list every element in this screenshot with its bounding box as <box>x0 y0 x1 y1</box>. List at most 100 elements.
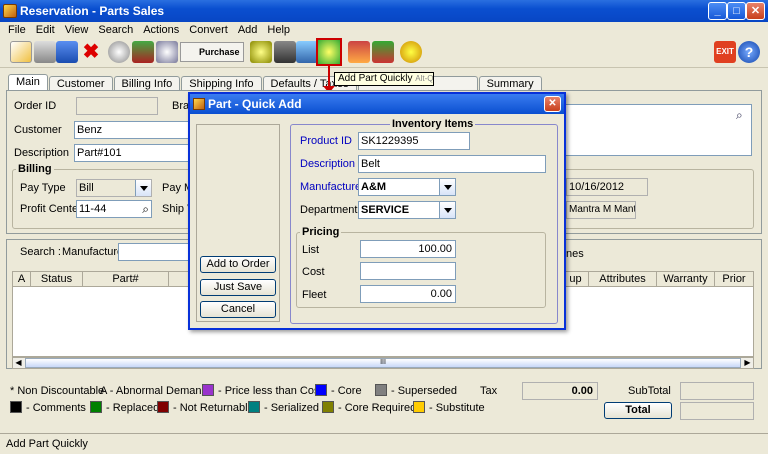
product-id-field[interactable]: SK1229395 <box>358 132 470 150</box>
parts-icon[interactable] <box>132 41 154 63</box>
column-header[interactable]: Status <box>31 272 83 286</box>
description-field[interactable]: Part#101 <box>74 144 190 162</box>
legend-not-returnable: - Not Returnable <box>173 402 254 414</box>
report-icon[interactable] <box>296 41 318 63</box>
invoice-icon[interactable] <box>348 41 370 63</box>
horizontal-scrollbar[interactable]: ◀ III ▶ <box>12 357 754 369</box>
tab-summary[interactable]: Summary <box>478 76 542 91</box>
gear-icon[interactable] <box>156 41 178 63</box>
billing-title: Billing <box>16 163 54 175</box>
close-window-button[interactable]: ✕ <box>746 2 765 20</box>
profit-center-field[interactable]: 11-44 ⌕ <box>76 200 152 218</box>
manufacturer-label: Manufacturer <box>300 181 365 193</box>
tab-shipping-info[interactable]: Shipping Info <box>181 76 262 91</box>
profit-center-label: Profit Center <box>20 203 82 215</box>
delete-icon[interactable]: ✖ <box>80 41 102 63</box>
window-title-bar: Reservation - Parts Sales <box>0 0 768 22</box>
product-id-label: Product ID <box>300 135 352 147</box>
pay-type-select[interactable]: Bill <box>76 179 152 197</box>
department-label: Department <box>300 204 358 216</box>
scroll-left-icon[interactable]: ◀ <box>13 358 24 368</box>
fleet-price-field[interactable]: 0.00 <box>360 285 456 303</box>
menu-convert[interactable]: Convert <box>184 24 233 36</box>
legend-substitute: - Substitute <box>429 402 485 414</box>
search-icon[interactable]: ⌕ <box>736 108 743 123</box>
chevron-down-icon[interactable] <box>439 179 455 195</box>
total-button[interactable]: Total <box>604 402 672 419</box>
tab-billing-info[interactable]: Billing Info <box>113 76 181 91</box>
add-part-quickly-icon[interactable] <box>316 38 342 66</box>
column-header[interactable]: Part# <box>83 272 169 286</box>
tab-customer[interactable]: Customer <box>48 76 113 91</box>
total-value <box>680 402 754 420</box>
order-id-field[interactable] <box>76 97 158 115</box>
column-header[interactable]: Attributes <box>589 272 657 286</box>
just-save-button[interactable]: Just Save <box>200 279 276 296</box>
menu-view[interactable]: View <box>60 24 94 36</box>
legend-swatch <box>90 401 102 413</box>
department-select[interactable]: SERVICE <box>358 201 456 219</box>
purchase-button[interactable]: Purchase <box>180 42 244 62</box>
search-label: Search : <box>20 246 61 258</box>
column-header[interactable]: Warranty <box>657 272 715 286</box>
tax-label: Tax <box>480 385 498 397</box>
dialog-app-icon <box>193 98 205 110</box>
maximize-button[interactable]: □ <box>727 2 746 20</box>
cancel-button[interactable]: Cancel <box>200 301 276 318</box>
customer-field[interactable]: Benz <box>74 121 190 139</box>
legend-replaced: - Replaced <box>106 402 160 414</box>
column-header[interactable]: Prior <box>715 272 753 286</box>
pointer-arrow-line <box>328 66 330 88</box>
legend-abnormal-demand: A - Abnormal Demand <box>100 385 208 397</box>
chevron-down-icon[interactable] <box>439 202 455 218</box>
menu-help[interactable]: Help <box>262 24 295 36</box>
help-icon[interactable]: ? <box>738 41 760 63</box>
print-icon[interactable] <box>34 41 56 63</box>
date-field[interactable]: 10/16/2012 <box>566 178 648 196</box>
money-icon[interactable] <box>250 41 272 63</box>
scroll-thumb[interactable]: III <box>25 358 741 368</box>
app-icon <box>3 4 17 18</box>
cost-field[interactable] <box>360 262 456 280</box>
calculator-icon[interactable] <box>274 41 296 63</box>
description-label: Description <box>300 158 356 170</box>
menu-search[interactable]: Search <box>93 24 138 36</box>
list-price-field[interactable]: 100.00 <box>360 240 456 258</box>
check-icon[interactable] <box>372 41 394 63</box>
exit-icon[interactable]: EXIT <box>714 41 736 63</box>
search-icon[interactable]: ⌕ <box>142 201 149 217</box>
column-header[interactable]: A <box>13 272 31 286</box>
save-icon[interactable] <box>56 41 78 63</box>
legend-non-discountable: * Non Discountable <box>10 385 105 397</box>
dialog-title-bar: Part - Quick Add <box>190 94 564 114</box>
pay-type-label: Pay Type <box>20 182 66 194</box>
smiley-icon[interactable] <box>400 41 422 63</box>
legend-swatch <box>315 384 327 396</box>
menu-actions[interactable]: Actions <box>138 24 184 36</box>
mantra-field[interactable]: Mantra M Mantra <box>566 201 636 219</box>
subtotal-value <box>680 382 754 400</box>
legend-swatch <box>322 401 334 413</box>
legend-swatch <box>413 401 425 413</box>
minimize-button[interactable]: _ <box>708 2 727 20</box>
manufacturer-search-input[interactable] <box>118 243 190 261</box>
new-document-icon[interactable] <box>10 41 32 63</box>
manufacturer-select[interactable]: A&M <box>358 178 456 196</box>
subtotal-label: SubTotal <box>628 385 671 397</box>
binoculars-icon[interactable] <box>108 41 130 63</box>
chevron-down-icon[interactable] <box>135 180 151 196</box>
legend-superseded: - Superseded <box>391 385 458 397</box>
dialog-close-icon[interactable]: ✕ <box>544 96 561 112</box>
description-field[interactable]: Belt <box>358 155 546 173</box>
tab-main[interactable]: Main <box>8 74 48 91</box>
legend-swatch <box>10 401 22 413</box>
menu-add[interactable]: Add <box>233 24 263 36</box>
column-header[interactable]: up <box>563 272 589 286</box>
add-to-order-button[interactable]: Add to Order <box>200 256 276 273</box>
menu-edit[interactable]: Edit <box>31 24 60 36</box>
scroll-right-icon[interactable]: ▶ <box>742 358 753 368</box>
menu-file[interactable]: File <box>3 24 31 36</box>
menu-bar: File Edit View Search Actions Convert Ad… <box>0 22 768 38</box>
legend-price-less-than-cost: - Price less than Cost <box>218 385 323 397</box>
notes-field[interactable] <box>564 104 752 156</box>
